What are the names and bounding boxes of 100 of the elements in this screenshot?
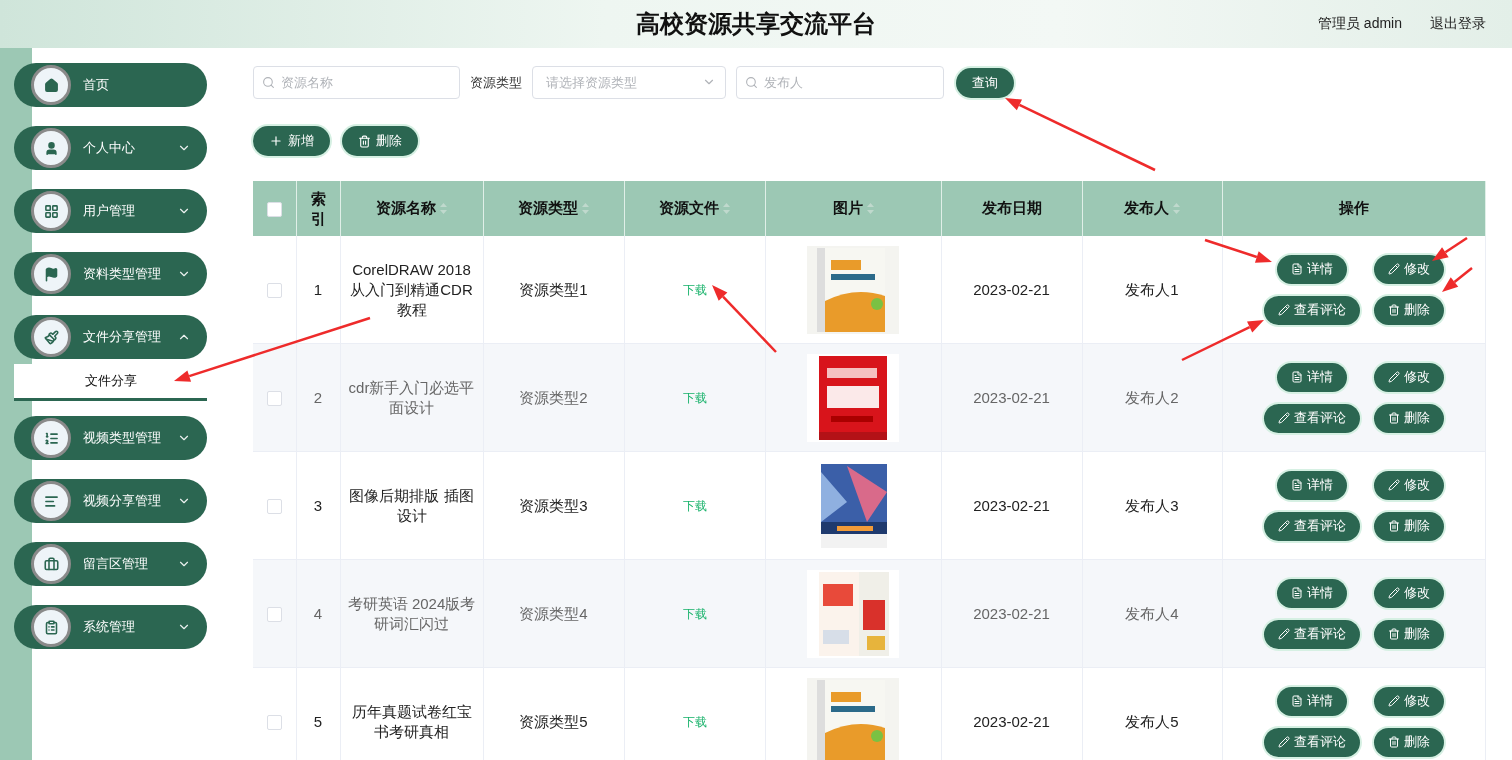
table-cell: cdr新手入门必选平面设计 [348,378,475,416]
sort-icon[interactable] [1173,203,1180,214]
admin-label: 管理员 admin [1317,15,1402,33]
home-icon [31,65,71,105]
search-icon [262,76,275,89]
table-cell: 资源类型4 [519,604,588,622]
table-cell: 资源类型3 [519,496,588,514]
pencil-icon [1387,263,1400,275]
table-cell: CorelDRAW 2018 从入门到精通CDR教程 [350,260,473,318]
annotation-arrow [1204,238,1272,263]
logout-link[interactable]: 退出登录 [1430,15,1486,33]
lines-icon [31,481,71,521]
table-cell: 5 [313,712,323,730]
site-title: 高校资源共享交流平台 [636,10,876,37]
checkbox[interactable] [266,391,282,407]
checkbox[interactable] [266,499,282,515]
grid-icon [31,191,71,231]
annotation-arrow [1432,236,1468,261]
table-cell: 2023-02-21 [973,604,1050,622]
row-action-button[interactable]: 修改 [1373,686,1444,716]
clipboard-icon [31,607,71,647]
query-button[interactable]: 查询 [956,67,1014,98]
document-icon [1290,371,1303,383]
trash-icon [358,134,371,148]
document-icon [1290,263,1303,275]
publisher-search-field[interactable]: 发布人 [736,66,944,99]
row-action-button[interactable]: 删除 [1373,619,1444,649]
menu-item[interactable]: 视频分享管理 [14,479,207,523]
pencil-icon [1387,695,1400,707]
annotation-arrow [1442,267,1473,292]
name-search-field[interactable]: 资源名称 [253,66,460,99]
row-action-button[interactable]: 删除 [1373,727,1444,757]
type-select[interactable]: 请选择资源类型 [532,66,726,99]
pencil-icon [1277,412,1290,424]
document-icon [1290,695,1303,707]
row-action-button[interactable]: 详情 [1276,578,1347,608]
menu-item[interactable]: 系统管理 [14,605,207,649]
column-header: 发布人 [1124,199,1169,218]
pencil-icon [1277,520,1290,532]
annotation-arrow [712,285,777,353]
briefcase-icon [31,544,71,584]
menu-item[interactable]: 用户管理 [14,189,207,233]
row-action-button[interactable]: 详情 [1276,362,1347,392]
table-cell: 历年真题试卷红宝书考研真相 [351,702,472,740]
row-action-button[interactable]: 查看评论 [1263,619,1360,649]
row-action-button[interactable]: 查看评论 [1263,295,1360,325]
document-icon [1290,587,1303,599]
trash-icon [1387,520,1400,532]
sort-icon[interactable] [866,203,874,214]
row-action-button[interactable]: 删除 [1373,295,1444,325]
submenu-item[interactable]: 文件分享 [14,364,207,401]
row-action-button[interactable]: 查看评论 [1263,727,1360,757]
row-action-button[interactable]: 详情 [1276,686,1347,716]
menu-item[interactable]: 文件分享管理 [14,315,207,359]
table-cell: 2023-02-21 [973,388,1050,406]
table-cell: 2023-02-21 [973,496,1050,514]
flag-icon [31,254,71,294]
checkbox[interactable] [266,202,282,218]
pencil-icon [1277,628,1290,640]
brush-icon [31,317,71,357]
list-icon [31,418,71,458]
column-header: 操作 [1338,199,1369,218]
checkbox[interactable] [266,283,282,299]
pencil-icon [1387,587,1400,599]
row-action-button[interactable]: 删除 [1373,511,1444,541]
add-button[interactable]: 新增 [253,126,330,156]
row-action-button[interactable]: 修改 [1373,254,1444,284]
menu-item[interactable]: 视频类型管理 [14,416,207,460]
row-action-button[interactable]: 查看评论 [1263,511,1360,541]
row-action-button[interactable]: 详情 [1276,470,1347,500]
table-cell: 资源类型5 [519,712,588,730]
row-action-button[interactable]: 修改 [1373,362,1444,392]
table-cell: 发布人1 [1125,280,1179,298]
row-action-button[interactable]: 修改 [1373,470,1444,500]
row-action-button[interactable]: 删除 [1373,403,1444,433]
row-action-button[interactable]: 查看评论 [1263,403,1360,433]
menu-item[interactable]: 资料类型管理 [14,252,207,296]
checkbox[interactable] [266,715,282,731]
sort-icon[interactable] [582,203,589,214]
menu-item[interactable]: 留言区管理 [14,542,207,586]
table-cell: 资源类型2 [519,388,588,406]
menu-item[interactable]: 首页 [14,63,207,107]
document-icon [1290,479,1303,491]
row-action-button[interactable]: 详情 [1276,254,1347,284]
menu-item[interactable]: 个人中心 [14,126,207,170]
table-cell: 考研英语 2024版考研词汇闪过 [347,594,476,632]
column-header: 索引 [309,189,327,228]
sort-icon[interactable] [440,203,447,214]
table-cell: 4 [313,604,323,622]
sort-icon[interactable] [723,203,730,214]
table-cell: 发布人5 [1125,712,1179,730]
table-cell: 2023-02-21 [973,712,1050,730]
row-action-button[interactable]: 修改 [1373,578,1444,608]
table-cell: 1 [313,280,323,298]
checkbox[interactable] [266,607,282,623]
table-cell: 资源类型1 [519,280,588,298]
delete-button[interactable]: 删除 [342,126,418,156]
table-cell: 2 [313,388,323,406]
column-header: 图片 [832,199,863,218]
table-cell: 2023-02-21 [973,280,1050,298]
